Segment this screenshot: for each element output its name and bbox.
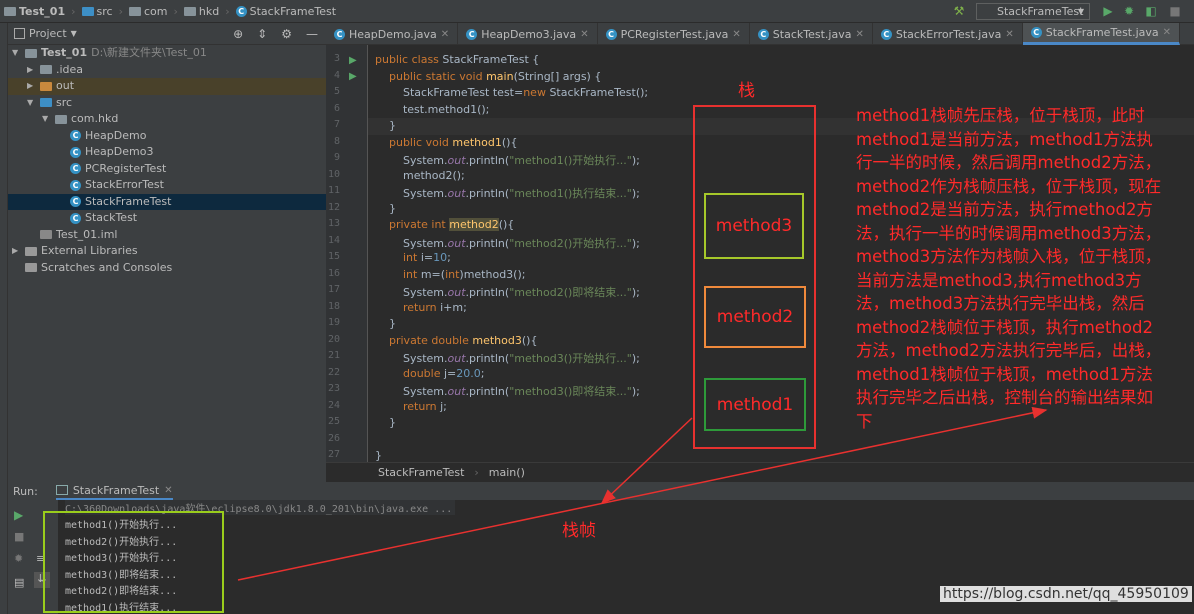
watermark: https://blog.csdn.net/qq_45950109	[940, 586, 1192, 602]
arrow-to-explanation	[237, 406, 1048, 581]
annotation-arrows	[237, 406, 1048, 581]
arrow-to-frame-label	[600, 417, 693, 505]
